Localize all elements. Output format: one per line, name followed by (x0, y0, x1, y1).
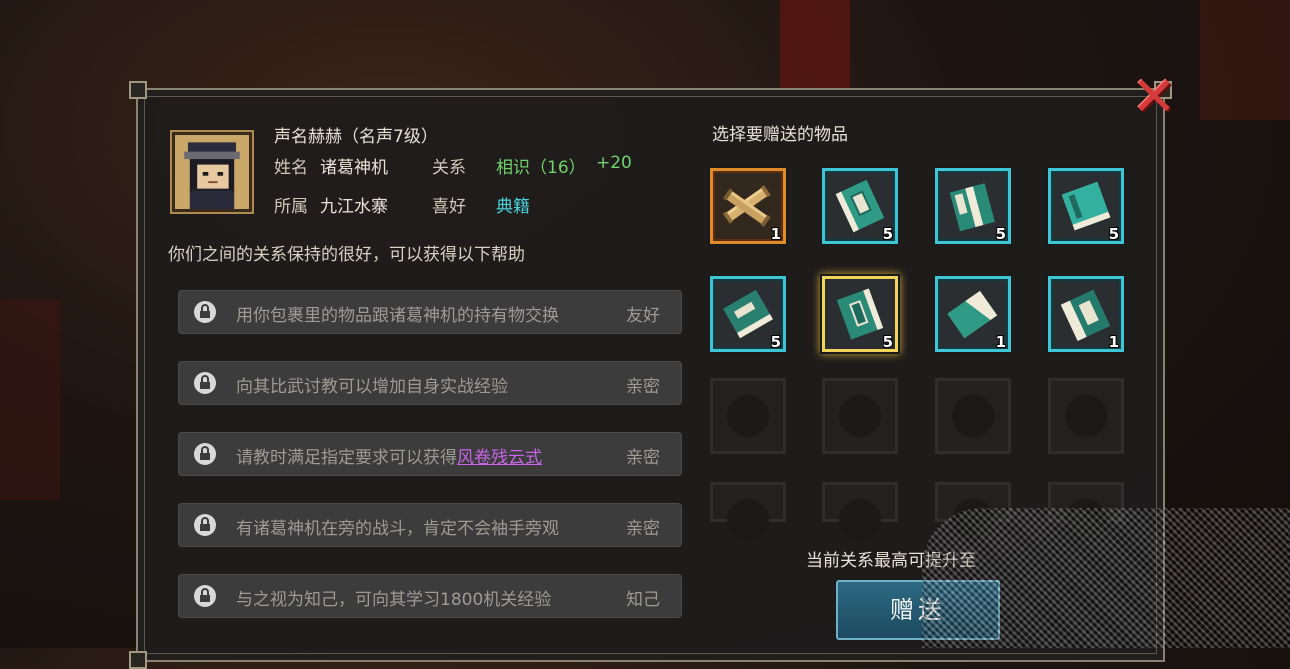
skill-link[interactable]: 风卷残云式 (457, 448, 542, 468)
help-row-text: 请教时满足指定要求可以获得风卷残云式 (236, 443, 542, 468)
empty-slot (710, 482, 786, 541)
gift-slot[interactable]: 5 (710, 276, 786, 352)
help-row: 与之视为知己，可向其学习1800机关经验 知己 (178, 574, 682, 618)
gift-slot[interactable]: 1 (1048, 276, 1124, 352)
lock-icon (194, 372, 216, 394)
lock-icon (194, 585, 216, 607)
item-count: 1 (995, 333, 1006, 351)
help-row-text: 与之视为知己，可向其学习1800机关经验 (236, 590, 552, 610)
relation-value: 相识（16） (496, 158, 586, 178)
help-row-level: 亲密 (626, 377, 660, 397)
gift-slot[interactable]: 1 (935, 276, 1011, 352)
item-count: 1 (770, 225, 781, 243)
character-portrait-icon (175, 135, 249, 209)
help-row-level: 亲密 (626, 519, 660, 539)
scroll-bundle-icon (722, 185, 771, 227)
gift-slot[interactable]: 1 (710, 168, 786, 244)
book-icon (723, 289, 773, 339)
item-count: 5 (770, 333, 781, 351)
lock-icon (194, 514, 216, 536)
help-row-level: 知己 (626, 590, 660, 610)
help-row: 有诸葛神机在旁的战斗，肯定不会袖手旁观 亲密 (178, 503, 682, 547)
item-count: 1 (1108, 333, 1119, 351)
faction-value: 九江水寨 (320, 197, 388, 217)
relation-label: 关系 (432, 158, 466, 178)
close-icon: ✕ (1131, 65, 1177, 128)
empty-slot (1048, 378, 1124, 454)
gift-slot[interactable]: 5 (1048, 168, 1124, 244)
name-value: 诸葛神机 (320, 158, 388, 178)
panel-corner (129, 651, 147, 669)
lock-icon (194, 443, 216, 465)
item-count: 5 (1108, 225, 1119, 243)
hobby-value: 典籍 (496, 197, 530, 217)
reputation-text: 声名赫赫（名声7级） (274, 127, 438, 147)
name-label: 姓名 (274, 158, 308, 178)
help-row: 请教时满足指定要求可以获得风卷残云式 亲密 (178, 432, 682, 476)
help-row-level: 友好 (626, 306, 660, 326)
background-decor (780, 0, 850, 90)
panel-corner (129, 81, 147, 99)
lock-icon (194, 301, 216, 323)
gift-title: 选择要赠送的物品 (712, 125, 848, 145)
book-icon (835, 179, 885, 233)
book-icon (1060, 289, 1111, 342)
item-count: 5 (882, 333, 893, 351)
faction-label: 所属 (274, 197, 308, 217)
book-icon (949, 183, 995, 232)
gift-slot[interactable]: 5 (822, 168, 898, 244)
background-decor (0, 300, 60, 500)
help-row-text: 用你包裹里的物品跟诸葛神机的持有物交换 (236, 306, 559, 326)
help-title: 你们之间的关系保持的很好，可以获得以下帮助 (168, 245, 525, 265)
help-row-text-before: 请教时满足指定要求可以获得 (236, 448, 457, 468)
background-decor (1200, 0, 1290, 120)
help-row-text: 有诸葛神机在旁的战斗，肯定不会袖手旁观 (236, 519, 559, 539)
gift-slot-selected[interactable]: 5 (822, 276, 898, 352)
item-count: 5 (995, 225, 1006, 243)
help-row: 用你包裹里的物品跟诸葛神机的持有物交换 友好 (178, 290, 682, 334)
npc-portrait (172, 132, 252, 212)
empty-slot (935, 378, 1011, 454)
empty-slot (822, 482, 898, 541)
relation-bonus: +20 (596, 153, 632, 173)
help-row: 向其比武讨教可以增加自身实战经验 亲密 (178, 361, 682, 405)
close-button[interactable]: ✕ (1128, 70, 1180, 124)
empty-slot (710, 378, 786, 454)
empty-slot (822, 378, 898, 454)
book-icon (836, 288, 884, 340)
book-icon (1061, 181, 1111, 231)
book-icon (947, 290, 998, 339)
help-row-text: 向其比武讨教可以增加自身实战经验 (236, 377, 508, 397)
item-count: 5 (882, 225, 893, 243)
hobby-label: 喜好 (432, 197, 466, 217)
help-row-level: 亲密 (626, 448, 660, 468)
blurred-overlay (922, 508, 1290, 648)
gift-slot[interactable]: 5 (935, 168, 1011, 244)
